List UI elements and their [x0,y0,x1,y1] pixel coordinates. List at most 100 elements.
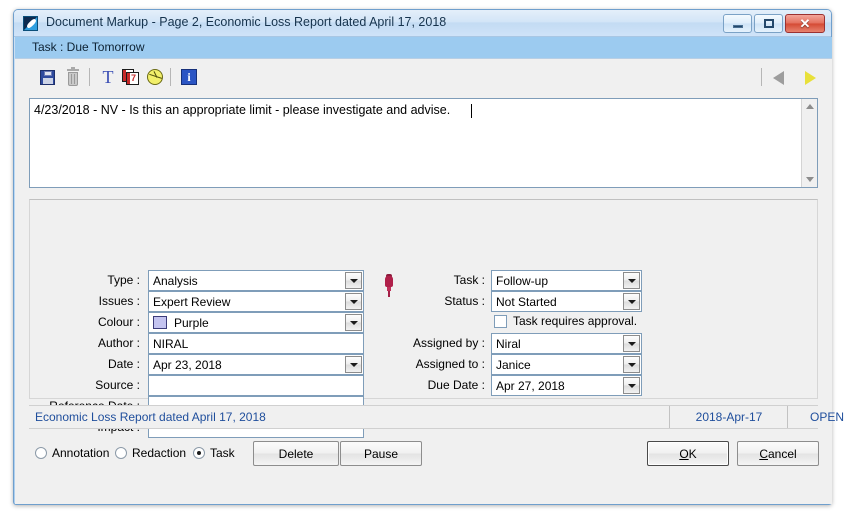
pin-icon[interactable] [382,274,396,298]
field-assigned-by-label-row: Assigned by : [400,333,485,354]
task-combobox[interactable]: Follow-up [491,270,642,291]
field-type-label-row: Type : [30,270,140,291]
scroll-up-icon[interactable] [802,99,817,114]
ok-accel: O [679,446,689,461]
field-task-label-row: Task : [410,270,485,291]
source-input[interactable] [148,375,364,396]
date-combobox[interactable]: Apr 23, 2018 [148,354,364,375]
field-label: Author : [97,336,140,350]
calendar-icon: 7 [122,69,140,86]
pause-button[interactable]: Pause [340,441,422,466]
field-assigned-to-label-row: Assigned to : [400,354,485,375]
status-badge: OPEN [787,406,845,428]
toolbar-separator-3 [761,68,762,86]
save-icon [40,70,55,85]
field-author-label-row: Author : [30,333,140,354]
radio-task[interactable]: Task [193,445,235,461]
issues-combobox[interactable]: Expert Review [148,291,364,312]
chevron-down-icon[interactable] [623,356,640,373]
status-bar: Economic Loss Report dated April 17, 201… [29,405,844,429]
radio-circle-icon [35,447,47,459]
status-document-name: Economic Loss Report dated April 17, 201… [35,410,266,424]
note-scrollbar[interactable] [801,99,817,187]
task-value: Follow-up [496,274,549,288]
text-caret [471,104,472,118]
ok-rest: K [688,446,697,461]
markup-properties-group: Type : Analysis Issues : Expert Review C… [29,199,818,438]
radio-annotation-label: Annotation [52,446,110,460]
radio-redaction-label: Redaction [132,446,187,460]
approval-checkbox[interactable] [494,315,507,328]
window-titlebar[interactable]: Document Markup - Page 2, Economic Loss … [14,10,831,37]
field-label: Assigned to : [415,357,485,371]
delete-button[interactable]: Delete [253,441,339,466]
close-icon: ✕ [799,16,811,31]
status-date: 2018-Apr-17 [669,406,788,428]
delete-toolbar-button[interactable] [62,66,84,88]
save-button[interactable] [37,66,59,88]
maximize-button[interactable] [754,14,783,33]
desktop-background: Document Markup - Page 2, Economic Loss … [0,0,845,514]
field-colour-label-row: Colour : [30,312,140,333]
chevron-down-icon[interactable] [623,293,640,310]
next-arrow-icon[interactable] [805,71,816,85]
chevron-down-icon[interactable] [623,335,640,352]
calendar-tool-button[interactable]: 7 [120,66,142,88]
radio-circle-icon [193,447,205,459]
cancel-button[interactable]: Cancel [737,441,819,466]
cancel-rest: ancel [767,446,797,461]
note-textarea[interactable]: 4/23/2018 - NV - Is this an appropriate … [29,98,818,188]
field-label: Task : [453,273,485,287]
window-client-area: T 7 i 4/23/2018 - NV - Is this an approp… [15,58,844,504]
minimize-icon [724,15,751,32]
colour-swatch [153,316,167,329]
radio-circle-icon [115,447,127,459]
close-button[interactable]: ✕ [785,14,825,33]
assigned-by-value: Niral [496,337,521,351]
text-icon: T [102,66,114,87]
colour-combobox[interactable]: Purple [148,312,364,333]
due-date-combobox[interactable]: Apr 27, 2018 [491,375,642,396]
author-input[interactable]: NIRAL [148,333,364,354]
field-label: Issues : [98,294,140,308]
chevron-down-icon[interactable] [345,272,362,289]
chevron-down-icon[interactable] [345,314,362,331]
assigned-by-combobox[interactable]: Niral [491,333,642,354]
scroll-down-icon[interactable] [802,172,817,187]
info-button[interactable]: i [178,66,200,88]
field-label: Due Date : [427,378,485,392]
author-value: NIRAL [153,337,189,351]
date-value: Apr 23, 2018 [153,358,222,372]
approval-checkbox-label: Task requires approval. [513,314,638,328]
chevron-down-icon[interactable] [623,377,640,394]
window-bottom-edge [16,502,833,504]
radio-annotation[interactable]: Annotation [35,445,109,461]
field-label: Colour : [97,315,140,329]
type-value: Analysis [153,274,198,288]
radio-redaction[interactable]: Redaction [115,445,186,461]
issues-value: Expert Review [153,295,231,309]
status-combobox[interactable]: Not Started [491,291,642,312]
document-markup-icon [23,16,38,31]
chevron-down-icon[interactable] [345,293,362,310]
minimize-button[interactable] [723,14,752,33]
task-banner: Task : Due Tomorrow [15,37,832,58]
previous-arrow-icon[interactable] [773,71,784,85]
type-combobox[interactable]: Analysis [148,270,364,291]
chevron-down-icon[interactable] [345,356,362,373]
text-tool-button[interactable]: T [97,66,119,88]
trash-icon [67,67,79,86]
ok-button[interactable]: OK [647,441,729,466]
colour-value: Purple [174,316,209,330]
field-label: Source : [95,378,140,392]
field-due-date-label-row: Due Date : [400,375,485,396]
task-banner-label: Task : Due Tomorrow [32,40,145,54]
toolbar-separator-2 [170,68,171,86]
assigned-to-combobox[interactable]: Janice [491,354,642,375]
document-markup-window: Document Markup - Page 2, Economic Loss … [13,9,844,505]
chart-tool-button[interactable] [144,66,166,88]
cancel-accel: C [759,446,768,461]
field-label: Date : [107,357,140,371]
radio-task-label: Task [210,446,235,460]
chevron-down-icon[interactable] [623,272,640,289]
